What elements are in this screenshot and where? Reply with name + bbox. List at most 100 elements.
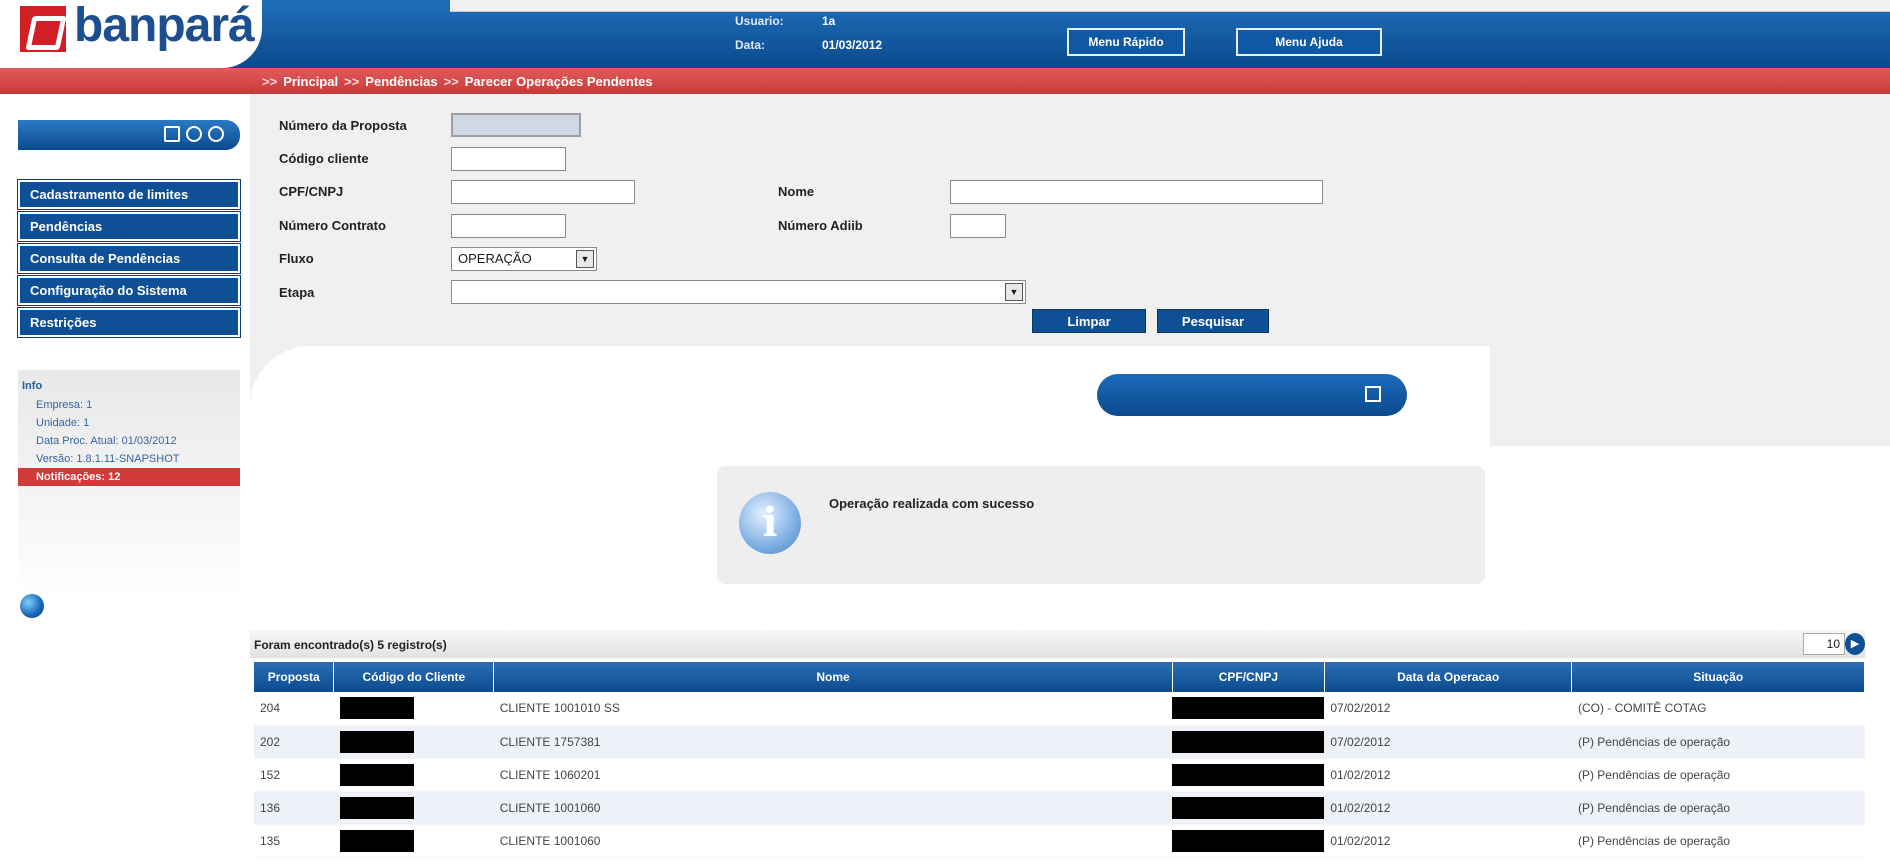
page-size-input[interactable]: 10 — [1803, 633, 1845, 655]
cell-data: 07/02/2012 — [1324, 725, 1572, 759]
info-icon: i — [739, 492, 801, 554]
cell-codigo — [333, 791, 494, 825]
sidebar-toolbar — [18, 120, 240, 150]
success-message-text: Operação realizada com sucesso — [829, 496, 1035, 511]
cell-nome: CLIENTE 1757381 — [493, 725, 1173, 759]
redaction-block — [1172, 796, 1325, 819]
proposta-input[interactable] — [451, 113, 581, 137]
cpf-label: CPF/CNPJ — [279, 184, 344, 199]
cell-situacao: (P) Pendências de operação — [1571, 824, 1865, 858]
chevron-down-icon[interactable]: ▼ — [576, 250, 594, 268]
breadcrumb-separator: >> — [262, 74, 278, 89]
redaction-block — [1172, 763, 1325, 786]
cell-situacao: (P) Pendências de operação — [1571, 758, 1865, 792]
cell-proposta: 202 — [254, 725, 334, 759]
col-codigo[interactable]: Código do Cliente — [333, 662, 495, 692]
cell-proposta: 135 — [254, 824, 334, 858]
fluxo-value: OPERAÇÃO — [458, 251, 532, 266]
chevron-down-icon[interactable]: ▼ — [1005, 283, 1023, 301]
cell-proposta: 152 — [254, 758, 334, 792]
col-nome[interactable]: Nome — [493, 662, 1173, 692]
redaction-block — [1172, 697, 1325, 720]
success-message: i Operação realizada com sucesso — [717, 466, 1485, 584]
breadcrumb-principal[interactable]: Principal — [283, 74, 338, 89]
redaction-block — [339, 697, 414, 720]
menu-rapido-button[interactable]: Menu Rápido — [1067, 28, 1185, 56]
cpf-input[interactable] — [451, 180, 635, 204]
cell-proposta: 204 — [254, 692, 334, 726]
codigo-label: Código cliente — [279, 151, 369, 166]
info-panel: Info Empresa: 1 Unidade: 1 Data Proc. At… — [18, 370, 240, 600]
cell-nome: CLIENTE 1001060 — [493, 824, 1173, 858]
action-pill[interactable] — [1097, 374, 1407, 416]
menu-ajuda-button[interactable]: Menu Ajuda — [1236, 28, 1382, 56]
user-value: 1a — [822, 14, 836, 28]
redaction-block — [1172, 730, 1325, 753]
etapa-select[interactable]: ▼ — [451, 280, 1026, 304]
logo-mark-icon — [20, 6, 66, 52]
cell-data: 01/02/2012 — [1324, 758, 1572, 792]
notes-icon[interactable] — [164, 126, 180, 142]
edit-icon[interactable] — [1365, 386, 1381, 402]
power-icon[interactable] — [208, 126, 224, 142]
results-table: Proposta Código do Cliente Nome CPF/CNPJ… — [254, 662, 1865, 858]
etapa-label: Etapa — [279, 285, 315, 300]
cell-codigo — [333, 725, 494, 759]
redaction-block — [1172, 829, 1325, 852]
info-versao: Versão: 1.8.1.11-SNAPSHOT — [36, 453, 180, 465]
col-situacao[interactable]: Situação — [1571, 662, 1865, 692]
info-empresa: Empresa: 1 — [36, 399, 93, 411]
refresh-icon[interactable] — [186, 126, 202, 142]
sidebar-menu: Cadastramento de limites Pendências Cons… — [17, 179, 241, 340]
table-row[interactable]: 204 CLIENTE 1001010 SS 07/02/2012 (CO) -… — [254, 692, 1865, 726]
redaction-block — [339, 730, 414, 753]
table-row[interactable]: 202 CLIENTE 1757381 07/02/2012 (P) Pendê… — [254, 725, 1865, 759]
next-arrow-icon[interactable]: ▶ — [1845, 633, 1865, 655]
results-bar: Foram encontrado(s) 5 registro(s) 10 ▶ — [250, 630, 1865, 658]
pesquisar-button[interactable]: Pesquisar — [1157, 309, 1269, 333]
globe-icon[interactable] — [20, 594, 44, 618]
redaction-block — [339, 829, 414, 852]
redaction-block — [339, 796, 414, 819]
breadcrumb-bar: >> Principal >> Pendências >> Parecer Op… — [0, 68, 1890, 94]
fluxo-label: Fluxo — [279, 251, 314, 266]
info-title: Info — [22, 380, 43, 392]
cell-data: 01/02/2012 — [1324, 824, 1572, 858]
fluxo-select[interactable]: OPERAÇÃO ▼ — [451, 247, 597, 271]
table-row[interactable]: 135 CLIENTE 1001060 01/02/2012 (P) Pendê… — [254, 824, 1865, 858]
cell-data: 07/02/2012 — [1324, 692, 1572, 726]
cell-nome: CLIENTE 1001060 — [493, 791, 1173, 825]
sidebar-item-pendencias[interactable]: Pendências — [17, 211, 241, 242]
cell-cpf — [1172, 758, 1325, 792]
notifications-badge[interactable]: Notificações: 12 — [18, 468, 240, 486]
redaction-block — [339, 763, 414, 786]
cell-situacao: (P) Pendências de operação — [1571, 725, 1865, 759]
breadcrumb: >> Principal >> Pendências >> Parecer Op… — [262, 74, 653, 89]
top-strip — [450, 0, 1890, 12]
sidebar-item-restricoes[interactable]: Restrições — [17, 307, 241, 338]
adiib-input[interactable] — [950, 214, 1006, 238]
adiib-label: Número Adiib — [778, 218, 863, 233]
cell-codigo — [333, 692, 494, 726]
cell-cpf — [1172, 692, 1325, 726]
table-header-row: Proposta Código do Cliente Nome CPF/CNPJ… — [254, 662, 1865, 692]
codigo-input[interactable] — [451, 147, 566, 171]
col-cpf[interactable]: CPF/CNPJ — [1172, 662, 1325, 692]
cell-nome: CLIENTE 1060201 — [493, 758, 1173, 792]
nome-input[interactable] — [950, 180, 1323, 204]
table-row[interactable]: 136 CLIENTE 1001060 01/02/2012 (P) Pendê… — [254, 791, 1865, 825]
col-data[interactable]: Data da Operacao — [1324, 662, 1573, 692]
cell-situacao: (P) Pendências de operação — [1571, 791, 1865, 825]
cell-codigo — [333, 824, 494, 858]
col-proposta[interactable]: Proposta — [254, 662, 335, 692]
nome-label: Nome — [778, 184, 815, 199]
table-row[interactable]: 152 CLIENTE 1060201 01/02/2012 (P) Pendê… — [254, 758, 1865, 792]
logo: banpará — [0, 0, 262, 68]
proposta-label: Número da Proposta — [279, 118, 407, 133]
sidebar-item-consulta[interactable]: Consulta de Pendências — [17, 243, 241, 274]
sidebar-item-configuracao[interactable]: Configuração do Sistema — [17, 275, 241, 306]
sidebar-item-cadastramento[interactable]: Cadastramento de limites — [17, 179, 241, 210]
breadcrumb-pendencias[interactable]: Pendências — [365, 74, 437, 89]
contrato-input[interactable] — [451, 214, 566, 238]
limpar-button[interactable]: Limpar — [1032, 309, 1146, 333]
